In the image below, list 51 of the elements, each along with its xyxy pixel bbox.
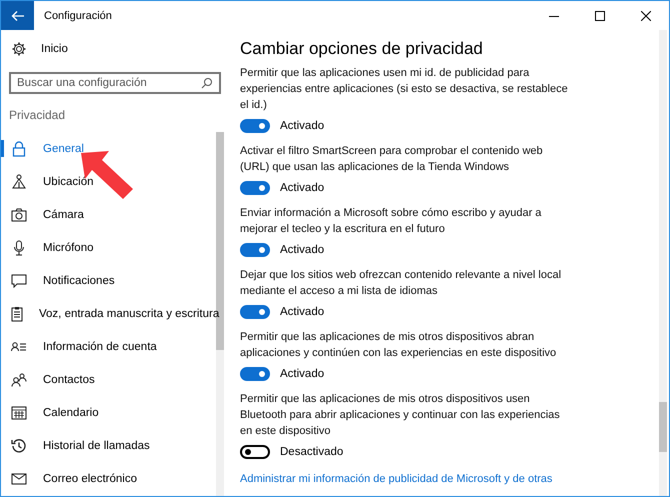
- lock-icon: [11, 140, 27, 156]
- option-description: Dejar que los sitios web ofrezcan contenido relevante a nivel local mediante el acceso a mi lista de idiomas: [240, 268, 562, 299]
- sidebar-item[interactable]: Contactos: [1, 363, 216, 396]
- toggle-switch[interactable]: [240, 305, 270, 319]
- back-button[interactable]: [1, 1, 34, 30]
- contacts-icon: [11, 372, 27, 388]
- sidebar-item[interactable]: Historial de llamadas: [1, 429, 216, 462]
- toggle-switch[interactable]: [240, 119, 270, 133]
- option-description: Enviar información a Microsoft sobre cómo escribo y ayudar a mejorar el tecleo y la escritura en el futuro: [240, 206, 542, 237]
- search-icon: [201, 77, 213, 89]
- toggle-label: Desactivado: [280, 446, 344, 458]
- toggle-label: Activado: [280, 306, 324, 318]
- toggle-label: Activado: [280, 244, 324, 256]
- speech-bubble-icon: [11, 272, 27, 288]
- sidebar-item[interactable]: Correo electrónico: [1, 462, 216, 495]
- toggle-label: Activado: [280, 120, 324, 132]
- search-field[interactable]: Buscar una configuración: [9, 72, 221, 94]
- sidebar-item[interactable]: Información de cuenta: [1, 330, 216, 363]
- back-arrow-icon: [10, 10, 24, 22]
- close-icon: [641, 10, 651, 20]
- option-description: Permitir que las aplicaciones de mis otros dispositivos abran aplicaciones y continúen con las experiencias en este dispositivo: [240, 330, 558, 361]
- toggle-switch[interactable]: [240, 367, 270, 381]
- settings-icon: [11, 41, 27, 57]
- option-description: Permitir que las aplicaciones usen mi id. de publicidad para experiencias entre aplicaciones (si esto se desactiva, se restablece el id.): [240, 66, 569, 113]
- home-nav-item[interactable]: Inicio: [1, 32, 229, 66]
- camera-icon: [11, 206, 27, 222]
- person-icon: [11, 174, 27, 190]
- sidebar-item[interactable]: Ubicación: [1, 165, 216, 198]
- sidebar-item[interactable]: General: [1, 132, 216, 165]
- microphone-icon: [11, 240, 27, 256]
- sidebar-item[interactable]: Calendario: [1, 396, 216, 429]
- toggle-switch[interactable]: [240, 445, 270, 459]
- maximize-icon: [595, 10, 605, 20]
- toggle-switch[interactable]: [240, 243, 270, 257]
- toggle-label: Activado: [280, 182, 324, 194]
- clipboard-icon: [11, 306, 23, 322]
- toggle-switch[interactable]: [240, 181, 270, 195]
- window-title: Configuración: [44, 10, 113, 22]
- envelope-icon: [11, 470, 27, 486]
- privacy-link[interactable]: Administrar mi información de publicidad de Microsoft y de otras: [240, 473, 552, 485]
- calendar-icon: [11, 404, 27, 420]
- option-description: Permitir que las aplicaciones de mis otros dispositivos usen Bluetooth para abrir aplicaciones y continuar con las experiencias en este dispositivo: [240, 392, 561, 439]
- sidebar-item[interactable]: Micrófono: [1, 231, 216, 264]
- sidebar-item[interactable]: Cámara: [1, 198, 216, 231]
- scrollbar[interactable]: [659, 30, 667, 496]
- option-description: Activar el filtro SmartScreen para comprobar el contenido web (URL) que usan las aplicaciones de la Tienda Windows: [240, 144, 544, 175]
- toggle-label: Activado: [280, 368, 324, 380]
- page-heading: Cambiar opciones de privacidad: [240, 39, 484, 59]
- history-icon: [11, 438, 27, 454]
- section-heading: Privacidad: [9, 108, 66, 124]
- sidebar-item[interactable]: Notificaciones: [1, 264, 216, 297]
